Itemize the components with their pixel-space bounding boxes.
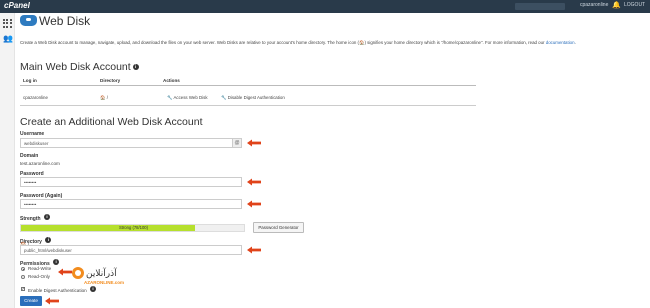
annotation-arrow-icon [247,200,261,208]
info-icon[interactable]: i [53,259,60,265]
annotation-arrow-icon [247,139,261,147]
disable-digest-link[interactable]: 🔧 Disable Digest Authentication [221,95,285,101]
page-title: Web Disk [39,14,91,28]
main-account-table: Log in Directory Actions cpazaronline 🏠 … [20,77,476,106]
annotation-arrow-icon [247,246,261,254]
azaronline-watermark-logo: آذرآنلاین AZARONLINE.com [72,267,124,285]
table-header: Log in Directory Actions [20,77,476,86]
logout-link[interactable]: LOGOUT [624,2,645,8]
password-strength-meter: Strong (78/100) [20,224,245,232]
grid-icon[interactable] [3,19,12,28]
page-intro: Create a Web Disk account to manage, nav… [20,40,576,45]
info-icon[interactable]: i [45,237,52,243]
strength-label: Strength i [20,214,50,222]
svg-text:AZARONLINE.com: AZARONLINE.com [84,280,124,285]
sidebar: 👥 [0,13,15,308]
web-disk-icon [20,15,37,26]
username-input[interactable]: webdiskuser [20,138,233,148]
info-icon[interactable]: i [90,286,97,292]
main-account-heading: Main Web Disk Account i [20,61,139,73]
digest-auth-label: Enable Digest Authentication i [28,286,97,293]
cpanel-logo[interactable]: cPanel [4,1,30,10]
domain-label: Domain [20,153,39,159]
user-menu[interactable]: cpazaronline [580,2,608,8]
password-generator-button[interactable]: Password Generator [253,222,304,233]
bell-icon[interactable]: 🔔 [612,1,621,9]
annotation-arrow-icon [247,178,261,186]
login-cell: cpazaronline [23,95,48,100]
table-row: cpazaronline 🏠 / 🔧 Access Web Disk 🔧 Dis… [20,91,476,106]
top-bar: cPanel cpazaronline 🔔 LOGOUT [0,0,650,13]
domain-value: test.azaronline.com [20,161,60,166]
svg-text:آذرآنلاین: آذرآنلاین [86,267,117,279]
username-addon-icon: @ [232,138,242,148]
strength-text: Strong (78/100) [118,225,149,230]
info-icon[interactable]: i [132,64,139,70]
users-icon[interactable]: 👥 [3,35,13,43]
password-again-input[interactable]: •••••••• [20,199,242,209]
read-only-radio[interactable] [21,275,25,279]
read-write-radio[interactable] [21,267,25,271]
wrench-icon: 🔧 [167,95,173,100]
create-button[interactable]: Create [20,296,42,306]
username-label: Username [20,131,45,137]
wrench-icon: 🔧 [221,95,227,100]
annotation-arrow-icon [45,297,59,305]
create-account-heading: Create an Additional Web Disk Account [20,116,203,128]
search-input[interactable] [515,3,565,10]
column-header-directory: Directory [100,78,121,83]
column-header-actions: Actions [163,78,180,83]
home-icon: 🏠 [100,95,106,100]
access-web-disk-link[interactable]: 🔧 Access Web Disk [167,95,208,101]
column-header-login: Log in [23,78,37,83]
info-icon[interactable]: i [43,214,50,220]
password-input[interactable]: •••••••• [20,177,242,187]
documentation-link[interactable]: documentation [546,40,575,45]
read-write-label: Read-Write [28,266,52,271]
directory-input[interactable]: public_html/webdiskuser [20,245,242,255]
directory-cell: 🏠 / [100,95,108,100]
read-only-label: Read-Only [28,274,50,279]
digest-auth-checkbox[interactable] [21,286,25,292]
